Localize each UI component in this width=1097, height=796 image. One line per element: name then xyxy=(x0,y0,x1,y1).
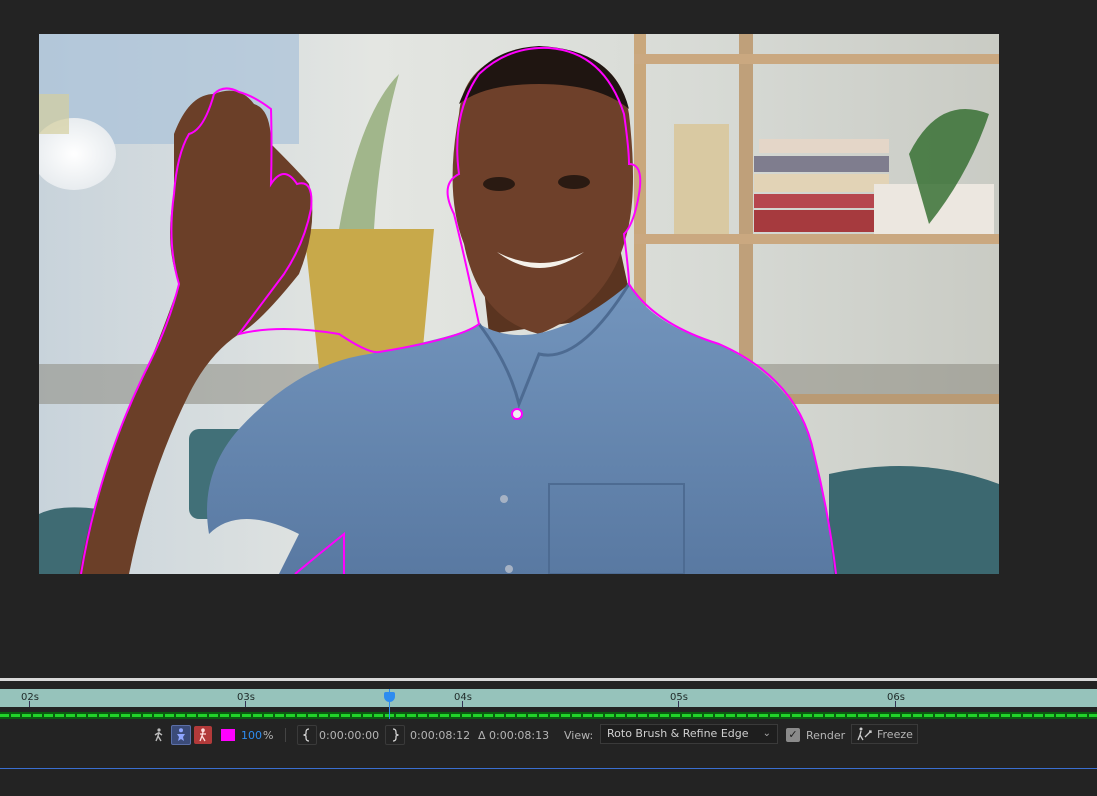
duration: Δ 0:00:08:13 xyxy=(478,728,550,742)
render-checkbox[interactable]: ✓ xyxy=(786,722,800,748)
ruler-tick xyxy=(678,701,679,707)
end-time[interactable]: 0:00:08:12 xyxy=(410,722,470,748)
video-frame[interactable] xyxy=(39,34,999,574)
bracket-right-icon xyxy=(385,725,405,745)
view-label: View: xyxy=(564,728,594,742)
timeline-divider xyxy=(0,678,1097,689)
figure-red-button[interactable] xyxy=(194,722,212,748)
figure-button[interactable] xyxy=(171,722,191,748)
opacity-unit: % xyxy=(263,728,274,742)
ruler-tick xyxy=(29,701,30,707)
color-swatch-button[interactable] xyxy=(221,722,235,748)
view-value: Roto Brush & Refine Edge xyxy=(607,727,749,740)
set-start-button[interactable] xyxy=(297,722,317,748)
set-end-button[interactable] xyxy=(385,722,405,748)
bracket-left-icon xyxy=(297,725,317,745)
roto-toolbar: 100 % 0:00:00:00 0:00:08:12 Δ 0:00:08:13… xyxy=(0,722,1097,748)
figure-red-icon xyxy=(194,726,212,744)
caret-down-icon: ⌄ xyxy=(762,728,771,739)
timeline-track-line xyxy=(0,768,1097,769)
render-label: Render xyxy=(806,728,846,742)
ruler-tick xyxy=(895,701,896,707)
propagation-cache-bar xyxy=(0,712,1097,719)
composition-viewer xyxy=(0,0,1097,678)
figure-icon xyxy=(171,725,191,745)
start-time[interactable]: 0:00:00:00 xyxy=(319,722,379,748)
divider xyxy=(285,728,286,742)
freeze-icon xyxy=(857,727,872,741)
freeze-label: Freeze xyxy=(877,727,913,741)
checkbox-icon: ✓ xyxy=(786,728,800,742)
ruler-tick xyxy=(462,701,463,707)
view-dropdown[interactable]: Roto Brush & Refine Edge ⌄ xyxy=(600,724,778,744)
video-image xyxy=(39,34,999,574)
time-ruler[interactable]: 02s 03s 04s 05s 06s xyxy=(0,689,1097,707)
walk-icon xyxy=(150,726,168,744)
walk-button[interactable] xyxy=(150,722,168,748)
ruler-tick xyxy=(245,701,246,707)
timeline-panel xyxy=(0,748,1097,796)
freeze-button[interactable]: Freeze xyxy=(851,724,918,744)
opacity-value[interactable]: 100 xyxy=(241,722,262,748)
color-swatch xyxy=(221,729,235,741)
